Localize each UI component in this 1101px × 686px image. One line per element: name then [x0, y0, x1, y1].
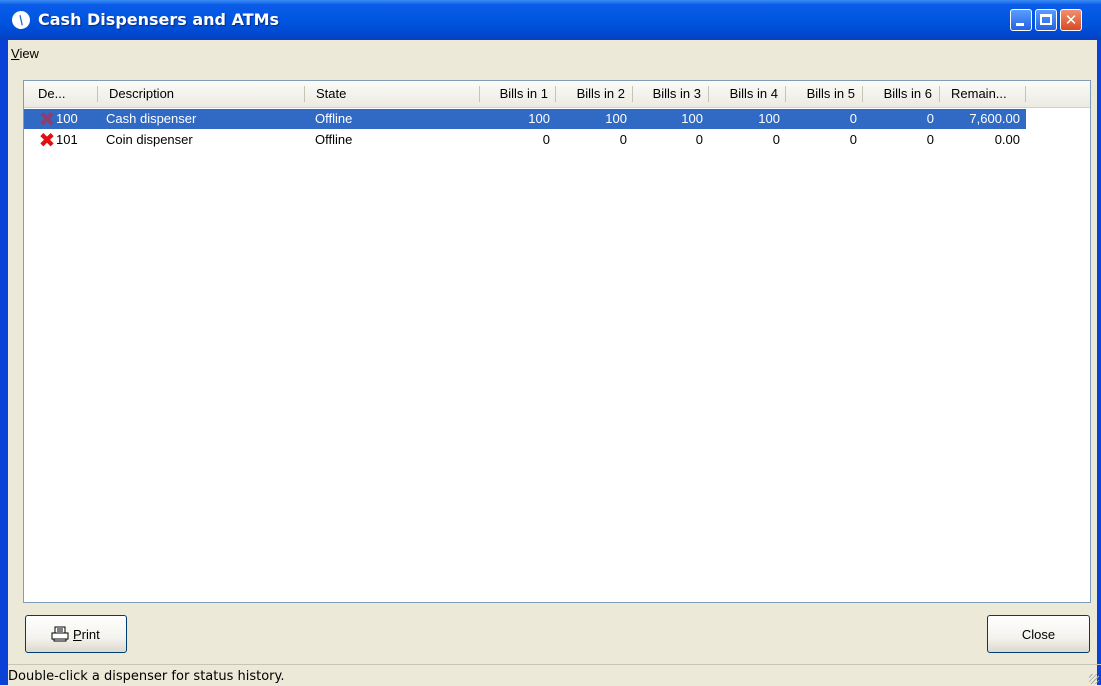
cell-remaining: 7,600.00 — [969, 111, 1020, 126]
window-title: Cash Dispensers and ATMs — [38, 10, 280, 29]
cell-device-id: 100 — [56, 111, 78, 126]
cell-bills-5: 0 — [849, 132, 857, 147]
column-header-bills-1[interactable]: Bills in 1 — [480, 81, 556, 107]
app-icon: ∕ — [8, 7, 34, 33]
cell-description: Cash dispenser — [106, 111, 197, 126]
column-header-bills-6[interactable]: Bills in 6 — [863, 81, 940, 107]
column-header-bills-2[interactable]: Bills in 2 — [556, 81, 633, 107]
print-label: Print — [73, 627, 100, 642]
status-bar: Double-click a dispenser for status hist… — [8, 664, 1101, 686]
cell-bills-3: 0 — [695, 132, 703, 147]
cell-bills-4: 0 — [772, 132, 780, 147]
cell-device-id: 101 — [56, 132, 78, 147]
close-window-button[interactable]: ✕ — [1060, 9, 1082, 31]
offline-x-icon: ✖ — [38, 128, 56, 152]
menu-view-rest: iew — [19, 46, 39, 61]
title-bar[interactable]: ∕ Cash Dispensers and ATMs ✕ — [0, 0, 1101, 40]
maximize-icon — [1040, 14, 1052, 25]
column-header-bills-5[interactable]: Bills in 5 — [786, 81, 863, 107]
cell-description: Coin dispenser — [106, 132, 193, 147]
cell-bills-2: 100 — [605, 111, 627, 126]
printer-icon — [51, 626, 69, 642]
table-row[interactable]: ✖ 100 Cash dispenser Offline 100 100 100… — [24, 109, 1026, 129]
maximize-button[interactable] — [1035, 9, 1057, 31]
column-header-bills-4[interactable]: Bills in 4 — [709, 81, 786, 107]
minimize-icon — [1016, 23, 1024, 26]
minimize-button[interactable] — [1010, 9, 1032, 31]
app-window: ∕ Cash Dispensers and ATMs ✕ View De... … — [0, 0, 1101, 685]
print-button[interactable]: Print — [25, 615, 127, 653]
table-header: De... Description State Bills in 1 Bills… — [24, 81, 1090, 108]
cell-remaining: 0.00 — [994, 132, 1020, 147]
status-text: Double-click a dispenser for status hist… — [8, 669, 285, 684]
menu-bar: View — [8, 40, 1097, 66]
cell-bills-4: 100 — [758, 111, 780, 126]
close-icon: ✕ — [1064, 11, 1078, 29]
column-header-description[interactable]: Description — [98, 81, 305, 107]
cell-bills-2: 0 — [619, 132, 627, 147]
column-header-device[interactable]: De... — [24, 81, 98, 107]
dispenser-table[interactable]: De... Description State Bills in 1 Bills… — [23, 80, 1091, 603]
column-header-remaining[interactable]: Remain... — [940, 81, 1026, 107]
close-label: Close — [1021, 627, 1056, 642]
cell-state: Offline — [315, 111, 353, 126]
column-header-state[interactable]: State — [305, 81, 480, 107]
cell-bills-6: 0 — [926, 132, 934, 147]
cell-bills-6: 0 — [926, 111, 934, 126]
cell-state: Offline — [315, 132, 353, 147]
offline-x-icon: ✖ — [38, 107, 56, 131]
cell-bills-3: 100 — [681, 111, 703, 126]
close-button[interactable]: Close — [987, 615, 1090, 653]
resize-grip-icon[interactable] — [1089, 674, 1099, 684]
column-header-bills-3[interactable]: Bills in 3 — [633, 81, 709, 107]
cell-bills-1: 0 — [542, 132, 550, 147]
menu-view[interactable]: View — [11, 46, 39, 61]
cell-bills-5: 0 — [849, 111, 857, 126]
cell-bills-1: 100 — [528, 111, 550, 126]
table-row[interactable]: ✖ 101 Coin dispenser Offline 0 0 0 0 0 0… — [24, 130, 1026, 150]
